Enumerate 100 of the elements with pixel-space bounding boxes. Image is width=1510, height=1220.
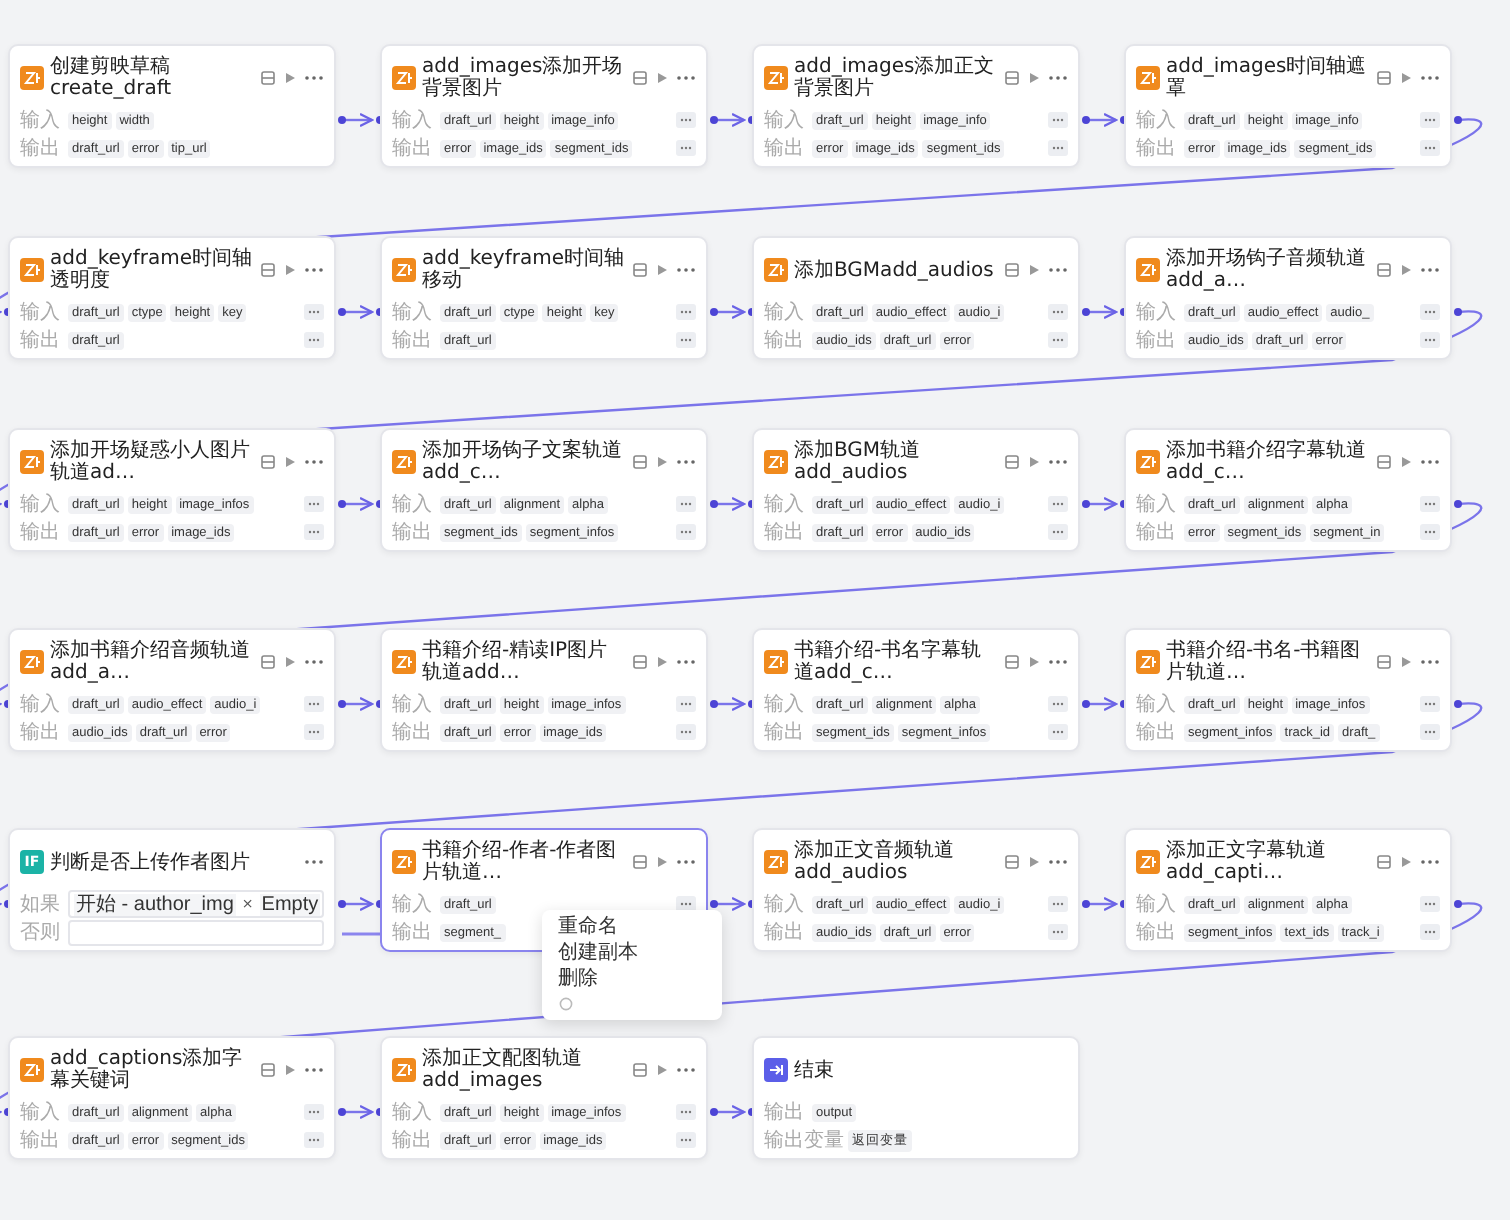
more-icon[interactable] xyxy=(676,724,696,740)
more-icon[interactable] xyxy=(676,112,696,128)
more-icon[interactable] xyxy=(304,304,324,320)
more-icon[interactable] xyxy=(1420,924,1440,940)
plugin-icon xyxy=(20,1058,44,1082)
field-label: 输入 xyxy=(20,1099,62,1126)
node-title: add_images时间轴遮罩 xyxy=(1166,56,1369,100)
more-icon[interactable] xyxy=(1420,266,1440,274)
more-icon[interactable] xyxy=(304,458,324,466)
menu-item[interactable]: 删除 xyxy=(542,966,722,992)
more-icon[interactable] xyxy=(676,858,696,866)
play-icon[interactable] xyxy=(1398,854,1414,870)
more-icon[interactable] xyxy=(304,496,324,512)
play-icon[interactable] xyxy=(282,654,298,670)
more-icon[interactable] xyxy=(1420,858,1440,866)
more-icon[interactable] xyxy=(676,74,696,82)
more-icon[interactable] xyxy=(676,332,696,348)
more-icon[interactable] xyxy=(1420,332,1440,348)
more-icon[interactable] xyxy=(304,524,324,540)
play-icon[interactable] xyxy=(654,262,670,278)
more-icon[interactable] xyxy=(1420,112,1440,128)
play-icon[interactable] xyxy=(1026,654,1042,670)
play-icon[interactable] xyxy=(1026,70,1042,86)
more-icon[interactable] xyxy=(1048,266,1068,274)
status-icon xyxy=(1004,454,1020,470)
field-label: 输入 xyxy=(392,1099,434,1126)
play-icon[interactable] xyxy=(1398,70,1414,86)
play-icon[interactable] xyxy=(654,70,670,86)
more-icon[interactable] xyxy=(676,1104,696,1120)
play-icon[interactable] xyxy=(1398,262,1414,278)
more-icon[interactable] xyxy=(304,658,324,666)
more-icon[interactable] xyxy=(676,140,696,156)
node-title: add_keyframe时间轴透明度 xyxy=(50,248,254,292)
play-icon[interactable] xyxy=(1026,854,1042,870)
more-icon[interactable] xyxy=(1048,304,1068,320)
more-icon[interactable] xyxy=(1420,458,1440,466)
more-icon[interactable] xyxy=(676,304,696,320)
more-icon[interactable] xyxy=(1048,74,1068,82)
more-icon[interactable] xyxy=(304,1132,324,1148)
more-icon[interactable] xyxy=(304,74,324,82)
more-icon[interactable] xyxy=(304,1066,324,1074)
play-icon[interactable] xyxy=(1398,454,1414,470)
play-icon[interactable] xyxy=(654,1062,670,1078)
more-icon[interactable] xyxy=(1048,924,1068,940)
more-icon[interactable] xyxy=(1420,524,1440,540)
more-icon[interactable] xyxy=(304,266,324,274)
more-icon[interactable] xyxy=(1420,496,1440,512)
else-field[interactable] xyxy=(68,919,324,945)
play-icon[interactable] xyxy=(654,854,670,870)
more-icon[interactable] xyxy=(1048,724,1068,740)
more-icon[interactable] xyxy=(1048,658,1068,666)
node-title: add_captions添加字幕关键词 xyxy=(50,1048,245,1092)
more-icon[interactable] xyxy=(304,1104,324,1120)
play-icon[interactable] xyxy=(654,454,670,470)
field-label: 输入 xyxy=(20,107,62,134)
more-icon[interactable] xyxy=(1420,140,1440,156)
more-icon[interactable] xyxy=(304,724,324,740)
more-icon[interactable] xyxy=(1048,524,1068,540)
menu-item[interactable]: 重命名 xyxy=(542,914,722,940)
more-icon[interactable] xyxy=(676,524,696,540)
more-icon[interactable] xyxy=(1048,140,1068,156)
play-icon[interactable] xyxy=(1398,654,1414,670)
more-icon[interactable] xyxy=(1420,724,1440,740)
more-icon[interactable] xyxy=(676,266,696,274)
more-icon[interactable] xyxy=(1048,896,1068,912)
more-icon[interactable] xyxy=(676,696,696,712)
more-icon[interactable] xyxy=(1420,74,1440,82)
more-icon[interactable] xyxy=(1048,858,1068,866)
play-icon[interactable] xyxy=(282,262,298,278)
more-icon[interactable] xyxy=(676,1066,696,1074)
status-icon xyxy=(260,454,276,470)
play-icon[interactable] xyxy=(1026,454,1042,470)
node-title: 书籍介绍-作者-作者图片轨道… xyxy=(422,840,619,884)
more-icon[interactable] xyxy=(1048,496,1068,512)
more-icon[interactable] xyxy=(304,858,324,866)
more-icon[interactable] xyxy=(1048,458,1068,466)
node-title: 添加BGM轨道add_audios xyxy=(794,440,923,484)
plugin-icon xyxy=(1136,650,1160,674)
more-icon[interactable] xyxy=(1420,696,1440,712)
more-icon[interactable] xyxy=(1048,696,1068,712)
field-label: 输出 xyxy=(20,327,62,354)
more-icon[interactable] xyxy=(1420,658,1440,666)
menu-item[interactable]: 创建副本 xyxy=(542,940,722,966)
more-icon[interactable] xyxy=(676,658,696,666)
more-icon[interactable] xyxy=(676,1132,696,1148)
more-icon[interactable] xyxy=(304,696,324,712)
more-icon[interactable] xyxy=(676,496,696,512)
play-icon[interactable] xyxy=(654,654,670,670)
field-label: 输出 xyxy=(392,519,434,546)
plugin-icon xyxy=(1136,450,1160,474)
more-icon[interactable] xyxy=(1420,304,1440,320)
play-icon[interactable] xyxy=(282,1062,298,1078)
more-icon[interactable] xyxy=(676,458,696,466)
more-icon[interactable] xyxy=(1048,112,1068,128)
more-icon[interactable] xyxy=(304,332,324,348)
more-icon[interactable] xyxy=(1048,332,1068,348)
play-icon[interactable] xyxy=(282,454,298,470)
play-icon[interactable] xyxy=(282,70,298,86)
more-icon[interactable] xyxy=(1420,896,1440,912)
play-icon[interactable] xyxy=(1026,262,1042,278)
